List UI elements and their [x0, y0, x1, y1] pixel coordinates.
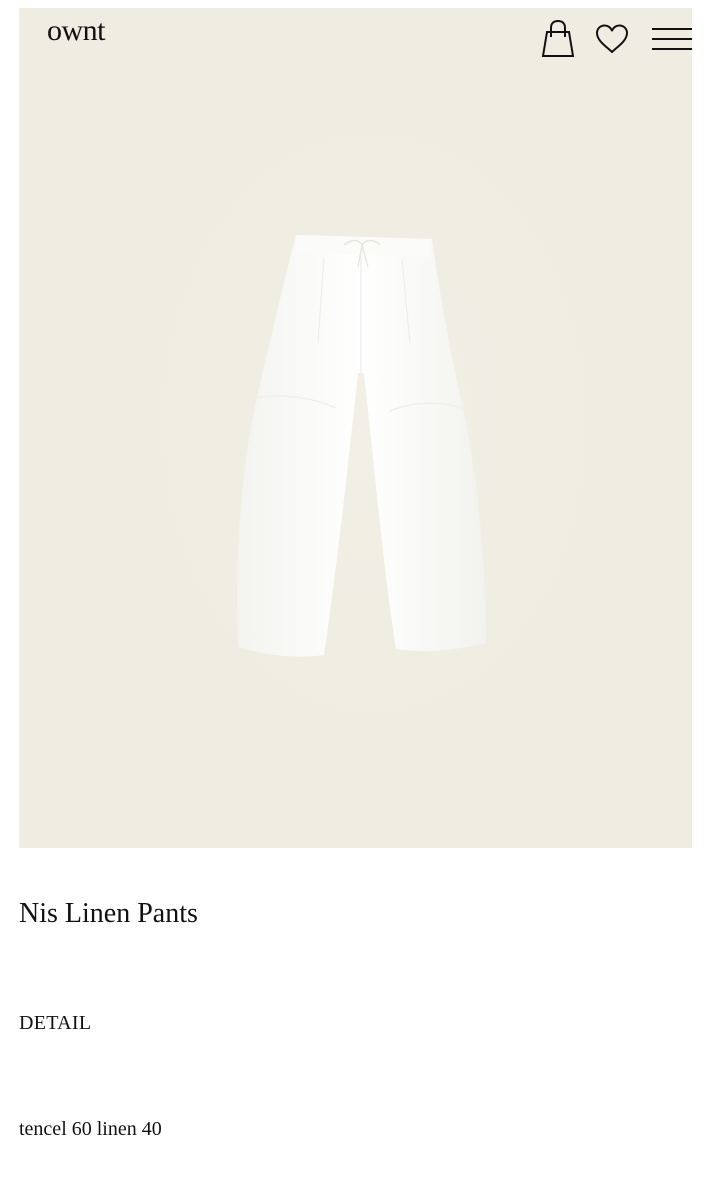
detail-heading: DETAIL — [19, 1012, 92, 1034]
cart-button[interactable] — [538, 17, 578, 61]
shopping-bag-icon — [541, 19, 575, 57]
brand-logo[interactable]: ownt — [47, 16, 106, 46]
product-title: Nis Linen Pants — [19, 898, 198, 929]
product-hero: ownt — [19, 8, 692, 848]
product-image[interactable] — [224, 223, 489, 668]
hamburger-menu-icon — [652, 28, 692, 50]
material-composition: tencel 60 linen 40 — [19, 1118, 162, 1140]
wishlist-button[interactable] — [594, 21, 630, 57]
heart-icon — [596, 24, 628, 53]
product-page: ownt Nis Linen Pants DETAIL tencel 60 li… — [0, 0, 711, 1200]
menu-button[interactable] — [652, 21, 692, 57]
header-actions — [538, 16, 692, 62]
